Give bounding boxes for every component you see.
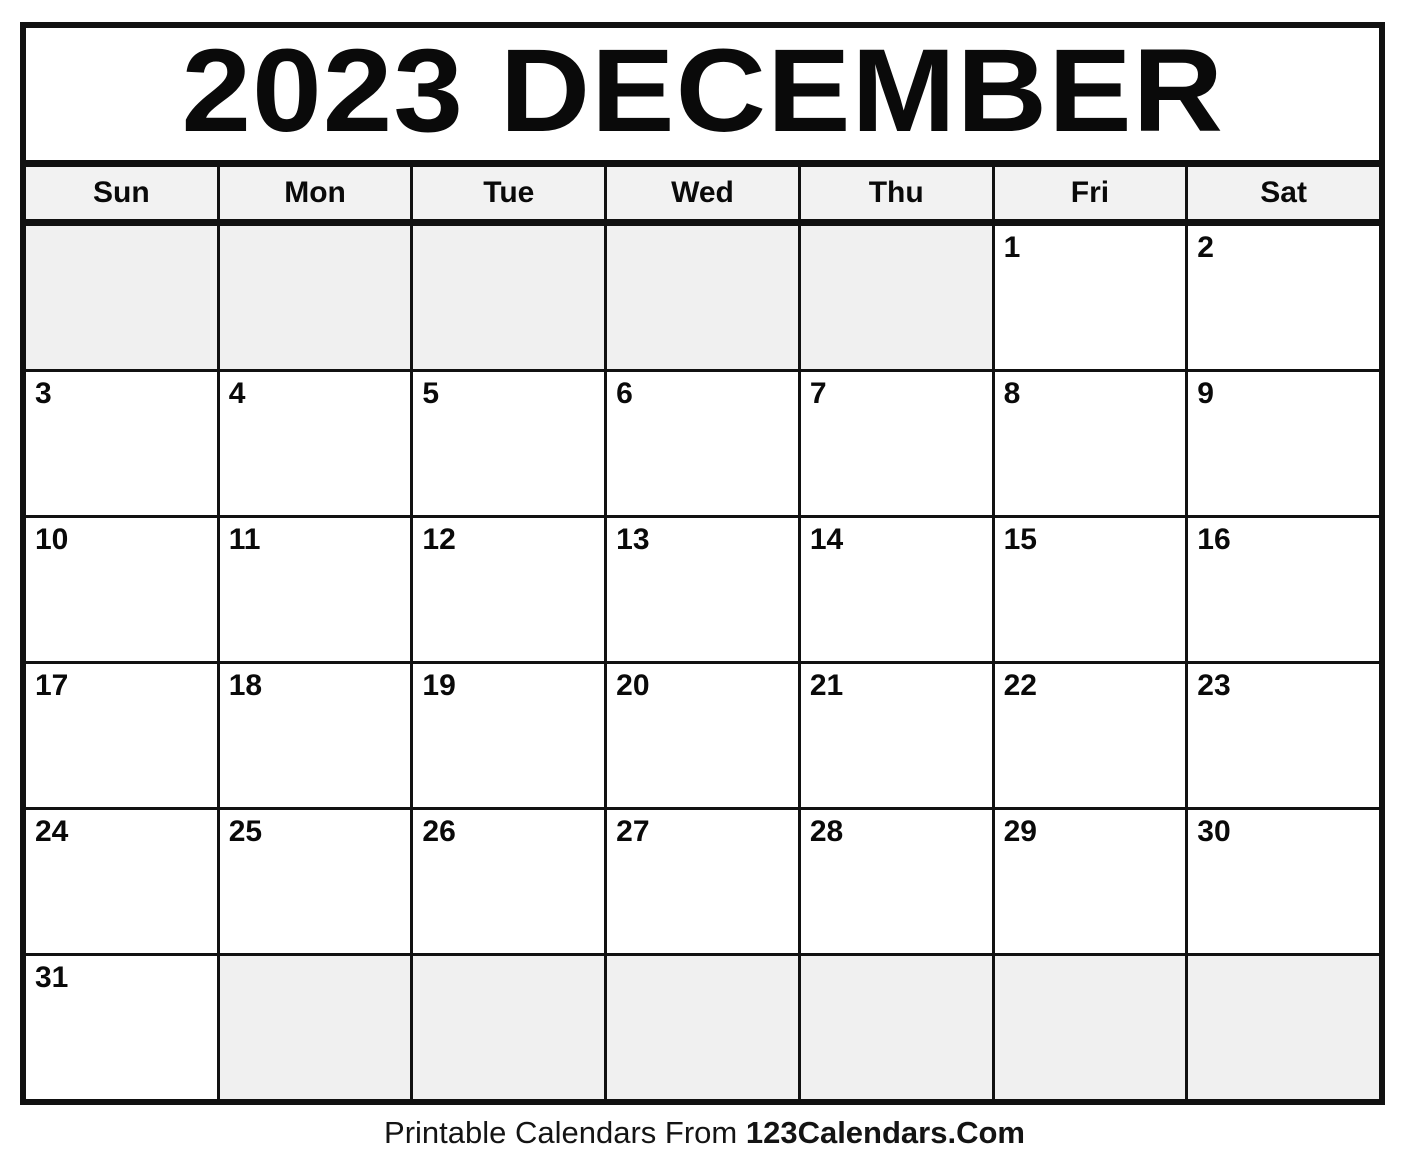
- date-cell[interactable]: 21: [800, 664, 992, 807]
- date-number: 23: [1197, 669, 1231, 702]
- weekday-label: Wed: [671, 176, 734, 209]
- date-number: 3: [35, 377, 52, 410]
- date-cell-empty: [1188, 956, 1379, 1099]
- date-number: 19: [422, 669, 456, 702]
- date-cell-empty: [219, 226, 411, 369]
- date-number: 30: [1197, 815, 1231, 848]
- weekday-label: Fri: [1070, 176, 1110, 209]
- date-cell[interactable]: 9: [1188, 372, 1379, 515]
- weekday-header-row: Sun Mon Tue Wed Thu Fri Sat: [26, 167, 1379, 226]
- calendar-page: 2023 DECEMBER Sun Mon Tue Wed Thu Fri Sa…: [0, 0, 1409, 1159]
- date-cell[interactable]: 16: [1188, 518, 1379, 661]
- date-cell[interactable]: 25: [219, 810, 411, 953]
- date-cell[interactable]: 14: [800, 518, 992, 661]
- date-cell[interactable]: 28: [800, 810, 992, 953]
- date-number: 26: [422, 815, 456, 848]
- date-cell[interactable]: 5: [413, 372, 605, 515]
- weekday-label: Thu: [868, 176, 924, 209]
- date-cell-empty: [994, 956, 1186, 1099]
- date-cell[interactable]: 20: [607, 664, 798, 807]
- date-number: 11: [228, 523, 261, 556]
- date-cell[interactable]: 7: [800, 372, 992, 515]
- footer-brand-link[interactable]: 123Calendars.Com: [746, 1115, 1025, 1150]
- date-cell[interactable]: 15: [994, 518, 1186, 661]
- date-cell-empty: [413, 956, 605, 1099]
- date-number: 9: [1197, 377, 1214, 410]
- date-number: 5: [422, 377, 440, 410]
- weekday-header-tue: Tue: [413, 167, 605, 219]
- date-cell-empty: [413, 226, 605, 369]
- date-cell[interactable]: 12: [413, 518, 605, 661]
- weekday-label: Sat: [1260, 176, 1307, 209]
- date-number: 1: [1003, 231, 1021, 264]
- date-cell[interactable]: 17: [26, 664, 217, 807]
- date-cell-empty: [26, 226, 217, 369]
- date-cell[interactable]: 31: [26, 956, 217, 1099]
- weekday-header-thu: Thu: [800, 167, 992, 219]
- date-number: 20: [616, 669, 650, 702]
- date-cell[interactable]: 4: [219, 372, 411, 515]
- date-cell-empty: [219, 956, 411, 1099]
- date-cell[interactable]: 8: [994, 372, 1186, 515]
- calendar-title-band: 2023 DECEMBER: [26, 28, 1379, 167]
- date-cell[interactable]: 11: [219, 518, 411, 661]
- date-cell[interactable]: 27: [607, 810, 798, 953]
- date-cell[interactable]: 30: [1188, 810, 1379, 953]
- weekday-label: Sun: [93, 176, 150, 209]
- date-number: 18: [228, 669, 263, 702]
- weekday-header-fri: Fri: [994, 167, 1186, 219]
- weekday-header-mon: Mon: [219, 167, 411, 219]
- date-cell-empty: [800, 956, 992, 1099]
- date-number: 13: [616, 523, 650, 556]
- date-cell-empty: [607, 226, 798, 369]
- date-cell[interactable]: 10: [26, 518, 217, 661]
- date-cell[interactable]: 22: [994, 664, 1186, 807]
- date-cell[interactable]: 19: [413, 664, 605, 807]
- date-number: 17: [35, 669, 69, 702]
- footer-credit: Printable Calendars From 123Calendars.Co…: [0, 1115, 1409, 1151]
- date-number: 27: [616, 815, 650, 848]
- date-cell[interactable]: 13: [607, 518, 798, 661]
- date-cell[interactable]: 1: [994, 226, 1186, 369]
- weekday-header-sat: Sat: [1188, 167, 1379, 219]
- date-number: 24: [35, 815, 69, 848]
- date-grid: 1 2 3 4 5 6 7 8 9 10 11 12 13 14 15 16 1…: [26, 226, 1379, 1099]
- date-number: 4: [228, 377, 246, 410]
- date-number: 16: [1197, 523, 1231, 556]
- weekday-label: Tue: [483, 176, 535, 209]
- date-cell[interactable]: 6: [607, 372, 798, 515]
- date-number: 22: [1003, 669, 1037, 702]
- date-cell[interactable]: 23: [1188, 664, 1379, 807]
- weekday-label: Mon: [284, 176, 346, 209]
- weekday-header-wed: Wed: [607, 167, 798, 219]
- date-cell-empty: [800, 226, 992, 369]
- date-number: 2: [1197, 231, 1214, 264]
- date-cell-empty: [607, 956, 798, 1099]
- date-cell[interactable]: 3: [26, 372, 217, 515]
- date-cell[interactable]: 29: [994, 810, 1186, 953]
- weekday-header-sun: Sun: [26, 167, 217, 219]
- date-cell[interactable]: 18: [219, 664, 411, 807]
- date-cell[interactable]: 26: [413, 810, 605, 953]
- date-cell[interactable]: 24: [26, 810, 217, 953]
- date-cell[interactable]: 2: [1188, 226, 1379, 369]
- date-number: 8: [1003, 377, 1021, 410]
- page-title: 2023 DECEMBER: [181, 28, 1224, 157]
- date-number: 7: [809, 377, 827, 410]
- date-number: 31: [35, 961, 69, 994]
- date-number: 12: [422, 523, 456, 556]
- calendar-frame: 2023 DECEMBER Sun Mon Tue Wed Thu Fri Sa…: [20, 22, 1385, 1105]
- date-number: 28: [809, 815, 844, 848]
- date-number: 25: [228, 815, 263, 848]
- date-number: 21: [809, 669, 844, 702]
- date-number: 6: [616, 377, 633, 410]
- date-number: 29: [1003, 815, 1037, 848]
- date-number: 15: [1003, 523, 1037, 556]
- date-number: 10: [35, 523, 69, 556]
- footer-prefix-text: Printable Calendars From: [384, 1115, 746, 1150]
- date-number: 14: [809, 523, 844, 556]
